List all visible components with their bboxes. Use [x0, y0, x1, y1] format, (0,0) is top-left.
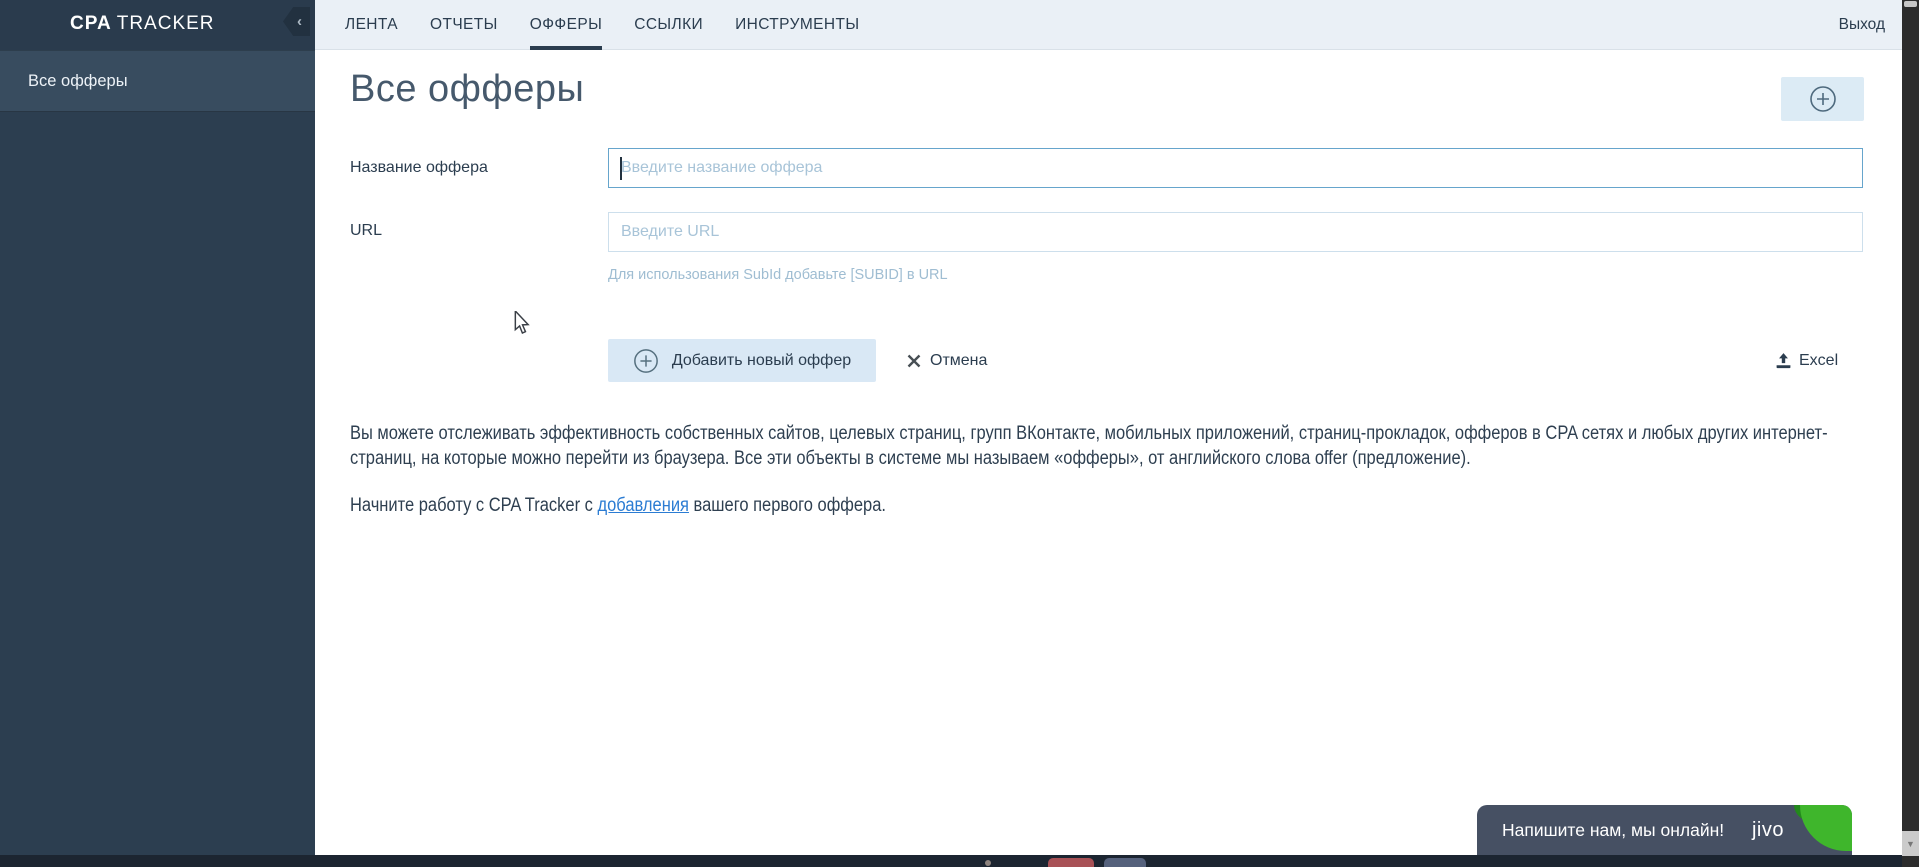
tab-ssylki[interactable]: ССЫЛКИ	[634, 0, 703, 50]
chevron-left-icon: ‹	[297, 13, 302, 30]
tab-lenta[interactable]: ЛЕНТА	[345, 0, 398, 50]
offer-name-input[interactable]	[608, 148, 1863, 188]
add-offer-submit-button[interactable]: Добавить новый оффер	[608, 339, 876, 382]
cancel-label: Отмена	[930, 351, 988, 369]
arrow-down-icon: ▼	[1906, 838, 1915, 849]
sidebar-collapse-button[interactable]: ‹	[283, 7, 310, 36]
start-text-after: вашего первого оффера.	[688, 495, 886, 516]
chat-invite-text: Напишите нам, мы онлайн!	[1502, 819, 1725, 840]
excel-export-button[interactable]: Excel	[1775, 339, 1838, 382]
bottom-strip-red-control	[1048, 858, 1094, 867]
tab-otchety[interactable]: ОТЧЕТЫ	[430, 0, 498, 50]
add-offer-toggle-button[interactable]	[1781, 77, 1864, 121]
scrollbar-track[interactable]: ▼	[1902, 0, 1919, 867]
start-paragraph: Начните работу с CPA Tracker с добавлени…	[350, 493, 1839, 518]
sidebar-header: CPA TRACKER ‹	[0, 0, 315, 50]
circle-plus-icon	[633, 348, 658, 373]
jivo-logo: jivo	[1751, 818, 1784, 841]
page-title: Все офферы	[350, 68, 585, 110]
app-logo-bold: CPA	[70, 13, 112, 34]
subid-hint: Для использования SubId добавьте [SUBID]…	[608, 267, 948, 283]
scrollbar-thumb[interactable]	[1904, 1, 1917, 7]
app-logo-rest: TRACKER	[116, 13, 215, 34]
bottom-strip	[0, 855, 1919, 867]
start-text-before: Начните работу с CPA Tracker с	[350, 495, 598, 516]
offer-url-input[interactable]	[608, 212, 1863, 252]
app-logo: CPA TRACKER	[70, 13, 215, 35]
intro-paragraph: Вы можете отслеживать эффективность собс…	[350, 423, 1828, 469]
chat-widget[interactable]: Напишите нам, мы онлайн! jivo	[1477, 805, 1852, 855]
main-content: Все офферы Название оффера URL Для испол…	[315, 50, 1902, 867]
bottom-strip-dot	[985, 860, 991, 866]
text-caret	[620, 157, 622, 180]
upload-icon	[1776, 353, 1791, 369]
add-offer-submit-label: Добавить новый оффер	[671, 351, 852, 369]
tab-offery[interactable]: ОФФЕРЫ	[529, 0, 603, 50]
cancel-button[interactable]: Отмена	[907, 339, 987, 382]
close-icon	[907, 354, 921, 367]
excel-label: Excel	[1799, 351, 1839, 369]
bottom-strip-slate-control	[1104, 858, 1146, 867]
circle-plus-icon	[1809, 86, 1836, 112]
sidebar: Все офферы	[0, 50, 315, 867]
tab-instrumenty[interactable]: ИНСТРУМЕНТЫ	[735, 0, 859, 50]
url-label: URL	[350, 222, 383, 239]
logout-link[interactable]: Выход	[1839, 0, 1885, 50]
add-offer-link[interactable]: добавления	[598, 495, 689, 516]
top-navbar: ЛЕНТА ОТЧЕТЫ ОФФЕРЫ ССЫЛКИ ИНСТРУМЕНТЫ В…	[315, 0, 1902, 50]
nav-tabs: ЛЕНТА ОТЧЕТЫ ОФФЕРЫ ССЫЛКИ ИНСТРУМЕНТЫ	[345, 0, 859, 50]
sidebar-item-all-offers[interactable]: Все офферы	[0, 50, 315, 112]
scroll-down-button[interactable]: ▼	[1902, 831, 1919, 856]
jivo-leaf-icon	[1800, 805, 1852, 851]
offer-name-label: Название оффера	[350, 159, 488, 176]
